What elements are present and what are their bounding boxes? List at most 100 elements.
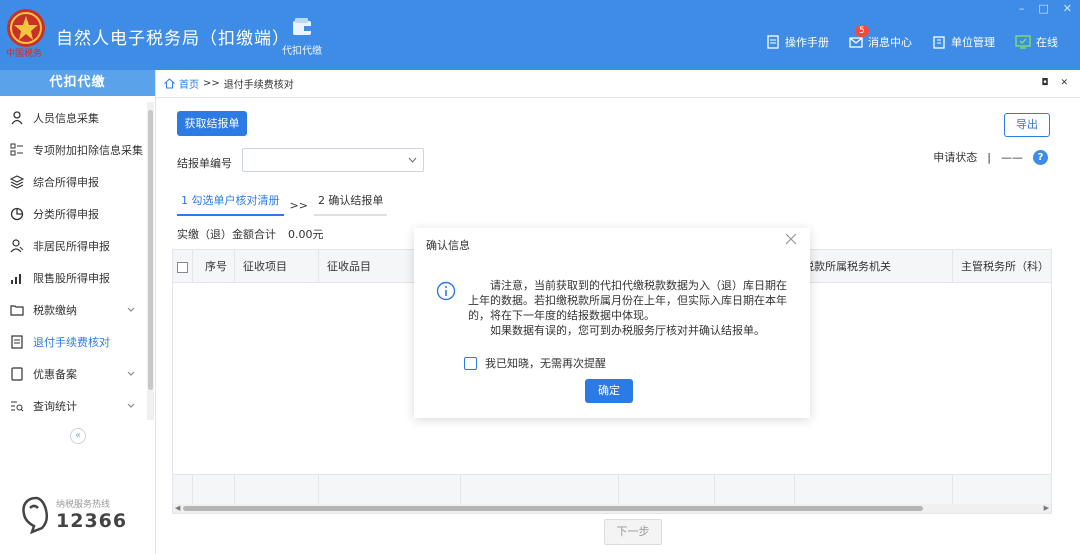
select-all-checkbox[interactable] xyxy=(177,261,188,273)
report-number-select[interactable] xyxy=(242,148,424,172)
fetch-report-button[interactable]: 获取结报单 xyxy=(177,111,247,136)
dialog-paragraph: 如果数据有误的，您可到办税服务厅核对并确认结报单。 xyxy=(490,324,765,337)
sidebar-item-nonresident-income[interactable]: 非居民所得申报 xyxy=(0,230,146,262)
manual-label: 操作手册 xyxy=(785,36,829,49)
topnav-withholding-label: 代扣代缴 xyxy=(282,46,322,57)
breadcrumb-current: 退付手续费核对 xyxy=(223,80,294,91)
sidebar-scrollbar[interactable] xyxy=(147,102,154,420)
close-window-icon[interactable]: ✕ xyxy=(1063,2,1072,15)
status-separator: | xyxy=(987,150,991,164)
app-title: 自然人电子税务局（扣缴端） xyxy=(56,29,290,49)
total-label: 实缴（退）金额合计 xyxy=(177,228,276,241)
sidebar-item-label: 退付手续费核对 xyxy=(33,336,110,349)
sidebar-item-preferential-filing[interactable]: 优惠备案 xyxy=(0,358,146,390)
sidebar-menu: 人员信息采集 专项附加扣除信息采集 综合所得申报 分类所得申报 非居民所得申报 … xyxy=(0,102,146,422)
sidebar-header: 代扣代缴 xyxy=(0,70,155,96)
next-step-button[interactable]: 下一步 xyxy=(604,519,662,545)
online-status[interactable]: 在线 xyxy=(1015,34,1058,50)
sidebar-item-personnel[interactable]: 人员信息采集 xyxy=(0,102,146,134)
sidebar-item-label: 限售股所得申报 xyxy=(33,272,110,285)
building-icon xyxy=(933,36,945,49)
breadcrumb-separator: >> xyxy=(203,78,220,89)
table-summary-row xyxy=(173,474,1051,505)
column-header: 税款所属税务机关 xyxy=(795,250,953,283)
dialog-paragraph: 请注意，当前获取到的代扣代缴税款数据为入（退）库日期在上年的数据。若扣缴税款所属… xyxy=(468,279,787,322)
topnav-withholding[interactable]: 代扣代缴 xyxy=(278,18,326,64)
hotline: 纳税服务热线 12366 xyxy=(16,494,127,534)
table-cell xyxy=(235,475,319,505)
restore-icon[interactable]: □ xyxy=(1038,2,1048,15)
sidebar-item-label: 综合所得申报 xyxy=(33,176,99,189)
dont-remind-option[interactable]: 我已知晓，无需再次提醒 xyxy=(464,355,606,371)
tab-step-1[interactable]: 1 勾选单户核对清册 xyxy=(177,190,284,216)
sidebar-scroll-thumb[interactable] xyxy=(148,110,153,390)
scroll-right-icon[interactable]: ▶ xyxy=(1044,504,1049,513)
home-icon[interactable] xyxy=(164,78,175,89)
chevron-down-icon xyxy=(127,307,135,312)
confirm-dialog: 确认信息 请注意，当前获取到的代扣代缴税款数据为入（退）库日期在上年的数据。若扣… xyxy=(414,228,810,418)
help-icon[interactable]: ? xyxy=(1033,149,1048,165)
minimize-icon[interactable]: – xyxy=(1019,2,1025,15)
sidebar-item-special-deduction[interactable]: 专项附加扣除信息采集 xyxy=(0,134,146,166)
table-cell xyxy=(619,475,715,505)
breadcrumb-home[interactable]: 首页 xyxy=(179,76,199,91)
select-all-cell xyxy=(173,250,193,283)
list-icon xyxy=(10,143,23,156)
hotline-phone-icon xyxy=(22,496,49,534)
export-button[interactable]: 导出 xyxy=(1004,113,1050,137)
sidebar-item-classified-income[interactable]: 分类所得申报 xyxy=(0,198,146,230)
chevron-down-icon xyxy=(127,403,135,408)
unit-management-link[interactable]: 单位管理 xyxy=(932,34,995,50)
table-cell xyxy=(461,475,619,505)
chevron-down-icon xyxy=(408,157,417,163)
total-value: 0.00元 xyxy=(288,228,324,241)
sidebar-item-label: 人员信息采集 xyxy=(33,112,99,125)
close-icon[interactable] xyxy=(784,232,798,246)
sidebar-item-label: 非居民所得申报 xyxy=(33,240,110,253)
hotline-number: 12366 xyxy=(56,509,128,532)
sidebar-item-comprehensive-income[interactable]: 综合所得申报 xyxy=(0,166,146,198)
table-scroll-thumb[interactable] xyxy=(183,506,923,511)
sidebar-item-label: 优惠备案 xyxy=(33,368,77,381)
sidebar-item-tax-payment[interactable]: 税款缴纳 xyxy=(0,294,146,326)
sidebar-item-query-statistics[interactable]: 查询统计 xyxy=(0,390,146,422)
tab-maximize-icon[interactable]: ◘ xyxy=(1041,78,1048,88)
step-arrow: >> xyxy=(289,199,308,212)
table-cell xyxy=(173,475,193,505)
sidebar-item-restricted-shares[interactable]: 限售股所得申报 xyxy=(0,262,146,294)
status-value: —— xyxy=(1001,150,1023,164)
message-center-link[interactable]: 5 消息中心 xyxy=(849,25,912,50)
report-number-label: 结报单编号 xyxy=(177,157,232,170)
manual-link[interactable]: 操作手册 xyxy=(766,34,829,50)
table-cell xyxy=(319,475,461,505)
tab-step-2[interactable]: 2 确认结报单 xyxy=(313,190,388,216)
dont-remind-checkbox[interactable] xyxy=(464,356,477,370)
sidebar: 代扣代缴 人员信息采集 专项附加扣除信息采集 综合所得申报 分类所得申报 非居民… xyxy=(0,70,156,554)
breadcrumb: 首页 >> 退付手续费核对 ◘ ✕ xyxy=(156,70,1080,98)
titlebar-actions: 操作手册 5 消息中心 单位管理 在线 xyxy=(766,25,1058,50)
info-icon xyxy=(436,281,456,301)
table-horizontal-scrollbar[interactable]: ◀ ▶ xyxy=(173,504,1051,513)
dont-remind-label: 我已知晓，无需再次提醒 xyxy=(485,357,606,370)
step-tabs: 1 勾选单户核对清册 >> 2 确认结报单 xyxy=(177,190,388,216)
column-header: 征收项目 xyxy=(235,250,319,283)
manual-icon xyxy=(767,35,779,49)
tab-controls: ◘ ✕ xyxy=(1041,78,1068,88)
table-cell xyxy=(193,475,235,505)
window-controls: – □ ✕ xyxy=(1019,2,1072,15)
column-header: 主管税务所（科） xyxy=(961,260,1049,273)
tab-close-icon[interactable]: ✕ xyxy=(1060,78,1068,88)
sidebar-item-fee-reconciliation[interactable]: 退付手续费核对 xyxy=(0,326,146,358)
collapse-sidebar-button[interactable]: « xyxy=(70,428,86,444)
sidebar-item-label: 专项附加扣除信息采集 xyxy=(33,144,143,157)
dialog-message: 请注意，当前获取到的代扣代缴税款数据为入（退）库日期在上年的数据。若扣缴税款所属… xyxy=(468,278,792,338)
table-cell xyxy=(715,475,795,505)
wallet-icon xyxy=(293,18,311,35)
sidebar-item-label: 查询统计 xyxy=(33,400,77,413)
confirm-button[interactable]: 确定 xyxy=(585,379,633,403)
total-amount: 实缴（退）金额合计 0.00元 xyxy=(177,226,324,242)
scroll-left-icon[interactable]: ◀ xyxy=(175,504,180,513)
sidebar-item-label: 分类所得申报 xyxy=(33,208,99,221)
tax-emblem-caption: 中国税务 xyxy=(6,47,42,59)
chevron-down-icon xyxy=(127,371,135,376)
